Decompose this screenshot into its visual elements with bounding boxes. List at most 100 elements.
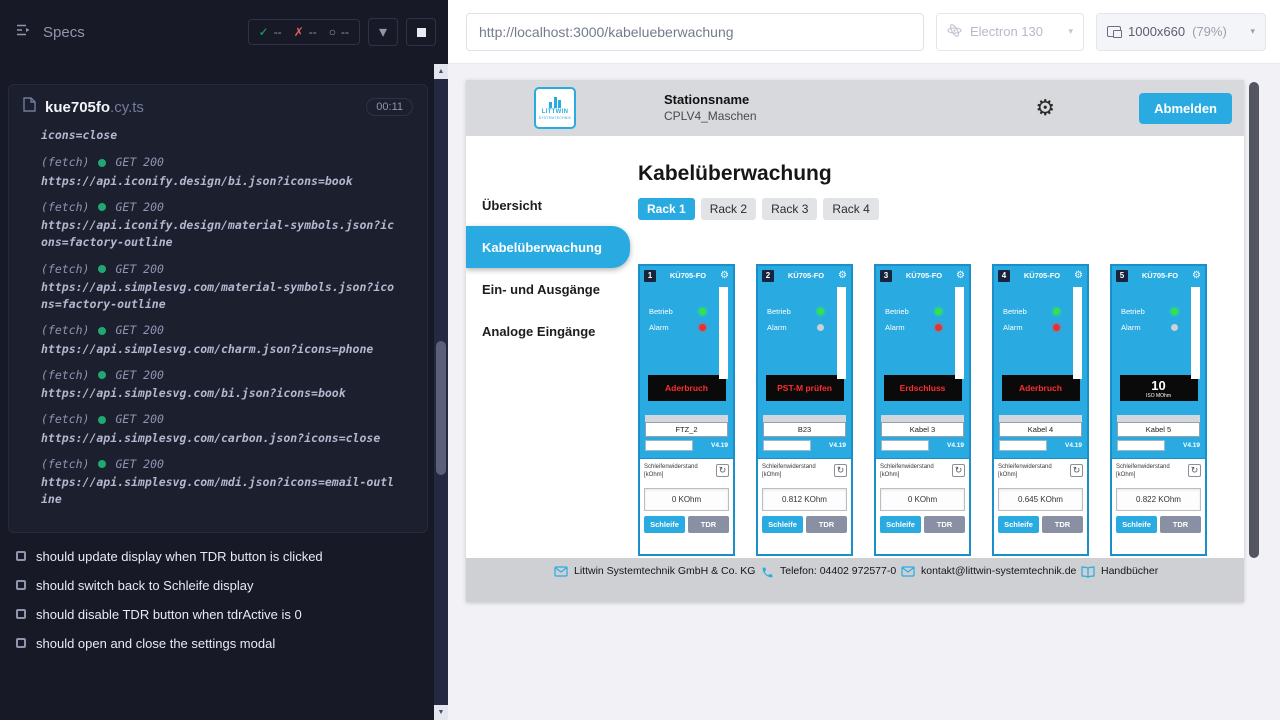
card-gear-icon[interactable]: ⚙ [1192,271,1201,281]
refresh-icon[interactable]: ↻ [1188,464,1201,477]
name-shelf [881,415,964,422]
tab-rack-1[interactable]: Rack 1 [638,198,695,220]
panel-strip [955,287,964,379]
log-entry[interactable]: (fetch)GET 200 https://api.simplesvg.com… [41,456,407,509]
reporter: kue705fo.cy.ts 00:11 icons=close (fetch)… [0,64,434,720]
schleife-button[interactable]: Schleife [1116,516,1157,533]
request-url: https://api.simplesvg.com/charm.json?ico… [41,341,401,358]
specs-label: Specs [43,24,85,41]
card-number: 5 [1116,270,1128,282]
url-input[interactable] [466,13,924,51]
logo-subtext: SYSTEMTECHNIK [539,116,571,120]
footer-email[interactable]: kontakt@littwin-systemtechnik.de [901,565,1081,602]
name-shelf [1117,415,1200,422]
refresh-icon[interactable]: ↻ [834,464,847,477]
cable-name: Kabel 4 [999,422,1082,437]
loop-resistance-label: Schleifenwiderstand [kOhm] [880,464,938,479]
refresh-icon[interactable]: ↻ [716,464,729,477]
test-item[interactable]: should update display when TDR button is… [16,549,420,564]
browser-select[interactable]: Electron 130 ▾ [936,13,1084,51]
measurement-value: 0.645 KOhm [998,488,1083,511]
specs-menu-icon[interactable] [16,23,33,42]
test-item[interactable]: should open and close the settings modal [16,636,420,651]
tab-rack-3[interactable]: Rack 3 [762,198,817,220]
schleife-button[interactable]: Schleife [762,516,803,533]
stop-button[interactable] [406,18,436,46]
status-text: PST-M prüfen [777,383,832,393]
log-entry[interactable]: (fetch)GET 200 https://api.simplesvg.com… [41,261,407,314]
log-entry[interactable]: (fetch)GET 200 https://api.iconify.desig… [41,154,407,190]
schleife-button[interactable]: Schleife [998,516,1039,533]
device-card-2: 2 KÜ705-FO ⚙ Betrieb Alarm PST-M prüfen [756,264,853,556]
refresh-icon[interactable]: ↻ [1070,464,1083,477]
spec-header[interactable]: kue705fo.cy.ts 00:11 [9,85,427,125]
device-card-4: 4 KÜ705-FO ⚙ Betrieb Alarm Aderbruch [992,264,1089,556]
status-text: Aderbruch [1019,383,1062,393]
aut-scrollbar-thumb[interactable] [1249,82,1259,558]
tdr-button[interactable]: TDR [806,516,847,533]
sidebar-item-kabelueberwachung[interactable]: Kabelüberwachung [466,226,630,268]
sidebar-item-uebersicht[interactable]: Übersicht [466,184,618,226]
log-entry[interactable]: (fetch)GET 200 https://api.simplesvg.com… [41,367,407,403]
reporter-scrollbar[interactable]: ▲ ▼ [434,64,448,720]
card-number: 2 [762,270,774,282]
http-status: GET 200 [115,322,163,339]
sidebar-item-analoge-eingaenge[interactable]: Analoge Eingänge [466,310,618,352]
test-title: should open and close the settings modal [36,636,275,651]
scroll-up-icon[interactable]: ▲ [434,64,448,79]
test-state-icon [16,580,26,590]
footer-manuals[interactable]: Handbücher [1081,565,1158,602]
log-entry[interactable]: (fetch)GET 200 https://api.simplesvg.com… [41,411,407,447]
firmware-version: V4.19 [947,442,964,449]
card-gear-icon[interactable]: ⚙ [1074,271,1083,281]
name-shelf [645,415,728,422]
device-model: KÜ705-FO [895,271,953,280]
test-item[interactable]: should disable TDR button when tdrActive… [16,607,420,622]
measurement-section: Schleifenwiderstand [kOhm] ↻ 0 KOhm Schl… [640,458,733,554]
logout-button[interactable]: Abmelden [1139,93,1232,124]
card-gear-icon[interactable]: ⚙ [720,271,729,281]
http-status: GET 200 [115,154,163,171]
logo-building-icon [549,96,561,108]
station-info: Stationsname CPLV4_Maschen [664,92,757,123]
scroll-down-icon[interactable]: ▼ [434,705,448,720]
tdr-button[interactable]: TDR [1160,516,1201,533]
test-state-icon [16,638,26,648]
tdr-button[interactable]: TDR [924,516,965,533]
refresh-icon[interactable]: ↻ [952,464,965,477]
schleife-button[interactable]: Schleife [880,516,921,533]
card-gear-icon[interactable]: ⚙ [956,271,965,281]
aut-viewport: LITTWIN SYSTEMTECHNIK Stationsname CPLV4… [448,64,1280,720]
tab-rack-2[interactable]: Rack 2 [701,198,756,220]
schleife-button[interactable]: Schleife [644,516,685,533]
status-dot-icon [98,327,106,335]
chevron-down-icon: ▾ [1250,26,1255,37]
alarm-label: Alarm [885,323,905,332]
scrollbar-thumb[interactable] [436,341,446,475]
footer-manuals-text: Handbücher [1101,565,1158,579]
collapse-button[interactable]: ▾ [368,18,398,46]
status-display: Aderbruch [1002,375,1080,401]
card-gear-icon[interactable]: ⚙ [838,271,847,281]
spec-panel: kue705fo.cy.ts 00:11 icons=close (fetch)… [8,84,428,533]
failed-count: -- [309,25,317,39]
status-display: 10 ISO MOhm [1120,375,1198,401]
tab-rack-4[interactable]: Rack 4 [823,198,878,220]
tdr-button[interactable]: TDR [688,516,729,533]
fetch-tag: (fetch) [41,322,89,339]
tdr-button[interactable]: TDR [1042,516,1083,533]
settings-gear-icon[interactable]: ⚙ [1035,97,1055,119]
electron-icon [947,23,962,41]
mail-icon [554,566,568,577]
browser-toolbar: Electron 130 ▾ 1000x660 (79%) ▾ [448,0,1280,64]
viewport-control[interactable]: 1000x660 (79%) ▾ [1096,13,1266,51]
sidebar-item-ein-und-ausgaenge[interactable]: Ein- und Ausgänge [466,268,618,310]
test-item[interactable]: should switch back to Schleife display [16,578,420,593]
footer-company[interactable]: Littwin Systemtechnik GmbH & Co. KG [554,565,761,602]
footer-phone[interactable]: Telefon: 04402 972577-0 [761,565,901,602]
log-entry[interactable]: (fetch)GET 200 https://api.iconify.desig… [41,199,407,252]
log-entry[interactable]: (fetch) GET 200 https://api.simplesvg.com… [41,322,407,358]
scrollbar-track[interactable] [434,79,448,705]
aut-scrollbar[interactable] [1248,80,1260,720]
fetch-tag: (fetch) [41,261,89,278]
